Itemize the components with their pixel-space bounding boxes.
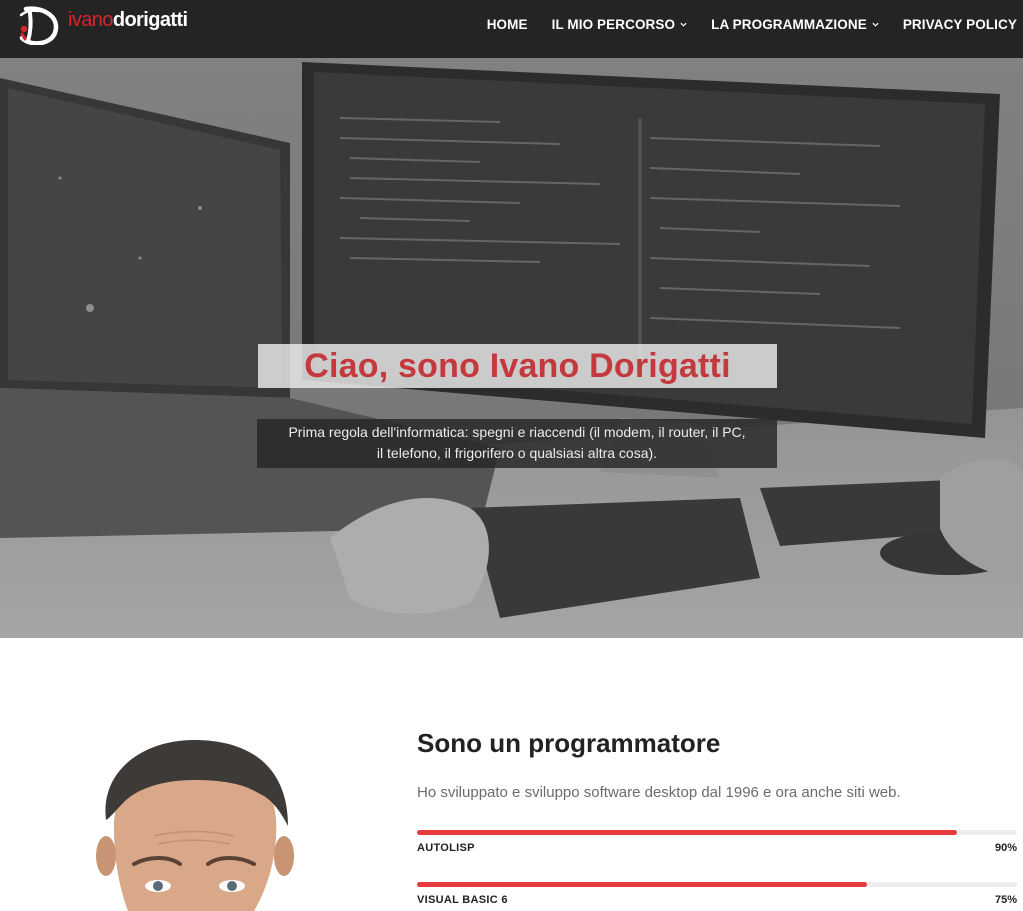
hero-subtitle-line-2: il telefono, il frigorifero o qualsiasi …: [376, 445, 658, 461]
nav-item-label: IL MIO PERCORSO: [551, 16, 676, 32]
skill-percent: 75%: [994, 894, 1017, 906]
logo-wordmark: ivanodorigatti: [68, 8, 188, 32]
site-logo[interactable]: ivanodorigatti: [16, 5, 188, 45]
hero-subtitle-box: Prima regola dell'informatica: spegni e …: [257, 419, 777, 468]
skill-bar-fill: [417, 882, 867, 887]
about-title: Sono un programmatore: [417, 728, 721, 758]
skill-name: AUTOLISP: [417, 842, 475, 854]
logo-last-name: dorigatti: [112, 8, 188, 31]
chevron-down-icon: [680, 22, 687, 27]
nav-item-il-mio-percorso[interactable]: IL MIO PERCORSO: [552, 17, 688, 32]
skill-name: VISUAL BASIC 6: [417, 894, 508, 906]
portrait-photo: [84, 740, 304, 911]
site-header: ivanodorigatti HOME IL MIO PERCORSO LA P…: [0, 0, 1023, 58]
nav-item-label: LA PROGRAMMAZIONE: [711, 16, 867, 32]
nav-item-privacy-policy[interactable]: PRIVACY POLICY: [903, 17, 1017, 32]
chevron-down-icon: [872, 22, 879, 27]
logo-d-mark-icon: [19, 6, 59, 45]
main-nav: HOME IL MIO PERCORSO LA PROGRAMMAZIONE P…: [463, 0, 1017, 48]
skill-percent: 90%: [994, 842, 1017, 854]
hero-title-box: Ciao, sono Ivano Dorigatti: [258, 344, 777, 388]
nav-item-label: HOME: [486, 16, 528, 32]
about-description: Ho sviluppato e sviluppo software deskto…: [417, 784, 901, 801]
logo-first-name: ivano: [68, 8, 113, 31]
skill-bar-fill: [417, 830, 957, 835]
hero-title: Ciao, sono Ivano Dorigatti: [304, 346, 731, 385]
hero-section: Ciao, sono Ivano Dorigatti Prima regola …: [0, 58, 1023, 638]
hero-subtitle-line-1: Prima regola dell'informatica: spegni e …: [288, 424, 746, 440]
nav-item-home[interactable]: HOME: [487, 17, 528, 32]
nav-item-label: PRIVACY POLICY: [902, 16, 1017, 32]
nav-item-la-programmazione[interactable]: LA PROGRAMMAZIONE: [711, 17, 879, 32]
